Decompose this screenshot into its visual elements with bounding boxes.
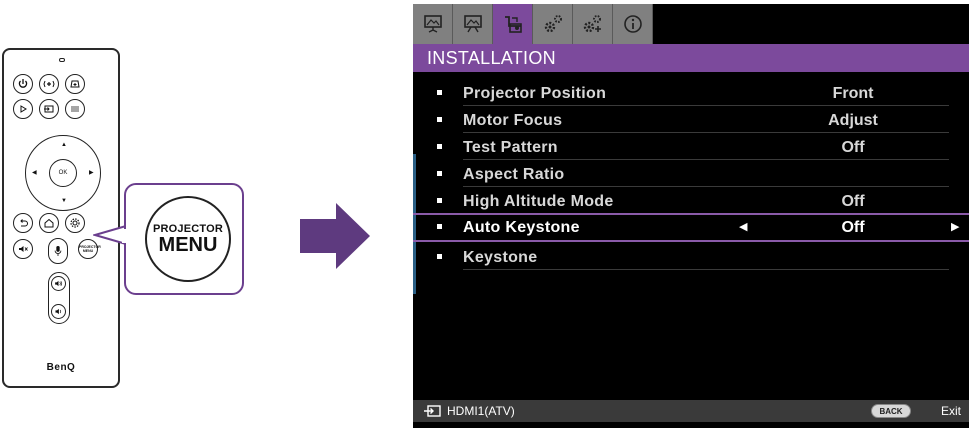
brand-logo: BenQ xyxy=(46,362,76,373)
power-icon xyxy=(18,79,28,88)
volume-up-button[interactable] xyxy=(51,276,66,291)
back-key-icon[interactable]: BACK xyxy=(871,404,911,418)
mute-button[interactable] xyxy=(13,239,33,259)
ok-button[interactable]: OK xyxy=(49,159,77,187)
play-icon xyxy=(20,105,27,113)
menu-item-high-altitude-mode[interactable]: High Altitude Mode Off xyxy=(413,188,969,215)
projector-osd-menu: INSTALLATION Projector Position Front Mo… xyxy=(413,4,969,428)
tab-system[interactable] xyxy=(533,4,573,44)
right-arrow-icon[interactable]: ▶ xyxy=(89,170,94,176)
bullet-icon xyxy=(437,144,442,149)
menu-item-test-pattern[interactable]: Test Pattern Off xyxy=(413,134,969,161)
osd-tab-bar xyxy=(413,4,969,44)
menu-item-motor-focus[interactable]: Motor Focus Adjust xyxy=(413,107,969,134)
menu-item-value: Off xyxy=(841,139,865,156)
menu-item-label: Keystone xyxy=(463,249,538,266)
mic-icon xyxy=(54,246,62,256)
volume-rocker[interactable] xyxy=(48,272,70,324)
value-right-arrow-icon[interactable]: ▶ xyxy=(951,215,959,240)
input-source-label: HDMI1(ATV) xyxy=(447,404,515,418)
back-button[interactable] xyxy=(13,213,33,233)
keystone-icon xyxy=(70,80,80,88)
input-button[interactable] xyxy=(39,99,59,119)
voice-button[interactable] xyxy=(48,238,68,264)
home-icon xyxy=(44,218,54,228)
installation-icon xyxy=(504,16,522,33)
exit-label: Exit xyxy=(941,404,962,418)
input-icon xyxy=(44,105,54,113)
keystone-button[interactable] xyxy=(65,74,85,94)
bullet-icon xyxy=(437,224,442,229)
menu-item-label: Test Pattern xyxy=(463,139,558,156)
row-divider xyxy=(463,186,949,187)
callout-label-line2: MENU xyxy=(158,234,218,256)
row-divider xyxy=(463,269,949,270)
play-button[interactable] xyxy=(13,99,33,119)
menu-item-value: Adjust xyxy=(828,112,878,129)
tab-installation[interactable] xyxy=(493,4,533,44)
status-bar: HDMI1(ATV) BACK Exit xyxy=(413,400,969,422)
menu-item-label: Auto Keystone xyxy=(463,219,580,236)
menu-item-value: Off xyxy=(841,193,865,210)
display-picture-icon xyxy=(423,15,442,33)
focus-plus-icon xyxy=(43,80,55,88)
down-arrow-icon[interactable]: ▼ xyxy=(61,198,67,204)
menu-item-keystone[interactable]: Keystone xyxy=(413,244,969,271)
row-divider xyxy=(463,159,949,160)
home-button[interactable] xyxy=(39,213,59,233)
row-divider xyxy=(463,132,949,133)
menu-item-value: Front xyxy=(832,85,874,102)
volume-down-icon xyxy=(55,308,62,315)
menu-item-label: Projector Position xyxy=(463,85,607,102)
menu-item-projector-position[interactable]: Projector Position Front xyxy=(413,80,969,107)
value-left-arrow-icon[interactable]: ◀ xyxy=(739,215,747,240)
settings-icon xyxy=(70,218,80,228)
row-divider xyxy=(463,105,949,106)
mute-icon xyxy=(19,246,28,252)
tab-display[interactable] xyxy=(413,4,453,44)
bullet-icon xyxy=(437,117,442,122)
power-button[interactable] xyxy=(13,74,33,94)
volume-up-icon xyxy=(55,280,63,287)
left-arrow-icon[interactable]: ◀ xyxy=(32,170,37,176)
directional-pad[interactable]: ▲ ▼ ◀ ▶ OK xyxy=(25,135,101,211)
bullet-icon xyxy=(437,171,442,176)
menu-item-value: Off xyxy=(841,219,865,236)
information-icon xyxy=(623,15,642,33)
callout-pointer-join xyxy=(122,229,128,243)
tab-picture[interactable] xyxy=(453,4,493,44)
menu-item-auto-keystone[interactable]: Auto Keystone ◀ Off ▶ xyxy=(413,213,969,242)
remote-control: ▲ ▼ ◀ ▶ OK PROJECTOR MENU BenQ xyxy=(2,48,120,388)
advanced-picture-icon xyxy=(463,15,482,33)
focus-button[interactable] xyxy=(39,74,59,94)
settings-list: Projector Position Front Motor Focus Adj… xyxy=(413,80,969,271)
menu-item-aspect-ratio[interactable]: Aspect Ratio xyxy=(413,161,969,188)
bullet-icon xyxy=(437,254,442,259)
menu-item-label: Aspect Ratio xyxy=(463,166,565,183)
up-arrow-icon[interactable]: ▲ xyxy=(61,142,67,148)
volume-down-button[interactable] xyxy=(51,304,66,319)
back-icon xyxy=(20,219,28,227)
ir-sensor-icon xyxy=(59,58,65,62)
menu-item-label: Motor Focus xyxy=(463,112,563,129)
picture-mode-button[interactable] xyxy=(65,99,85,119)
section-title: INSTALLATION xyxy=(413,44,969,72)
right-arrow-icon xyxy=(300,203,370,269)
tab-system-advanced[interactable] xyxy=(573,4,613,44)
bullet-icon xyxy=(437,198,442,203)
system-settings-icon xyxy=(544,15,562,33)
picture-mode-icon xyxy=(71,106,79,112)
bullet-icon xyxy=(437,90,442,95)
settings-button[interactable] xyxy=(65,213,85,233)
system-advanced-icon xyxy=(583,15,601,33)
input-source-icon xyxy=(424,405,441,417)
projector-menu-button-zoomed: PROJECTOR MENU xyxy=(145,196,231,282)
tab-information[interactable] xyxy=(613,4,653,44)
menu-item-label: High Altitude Mode xyxy=(463,193,614,210)
